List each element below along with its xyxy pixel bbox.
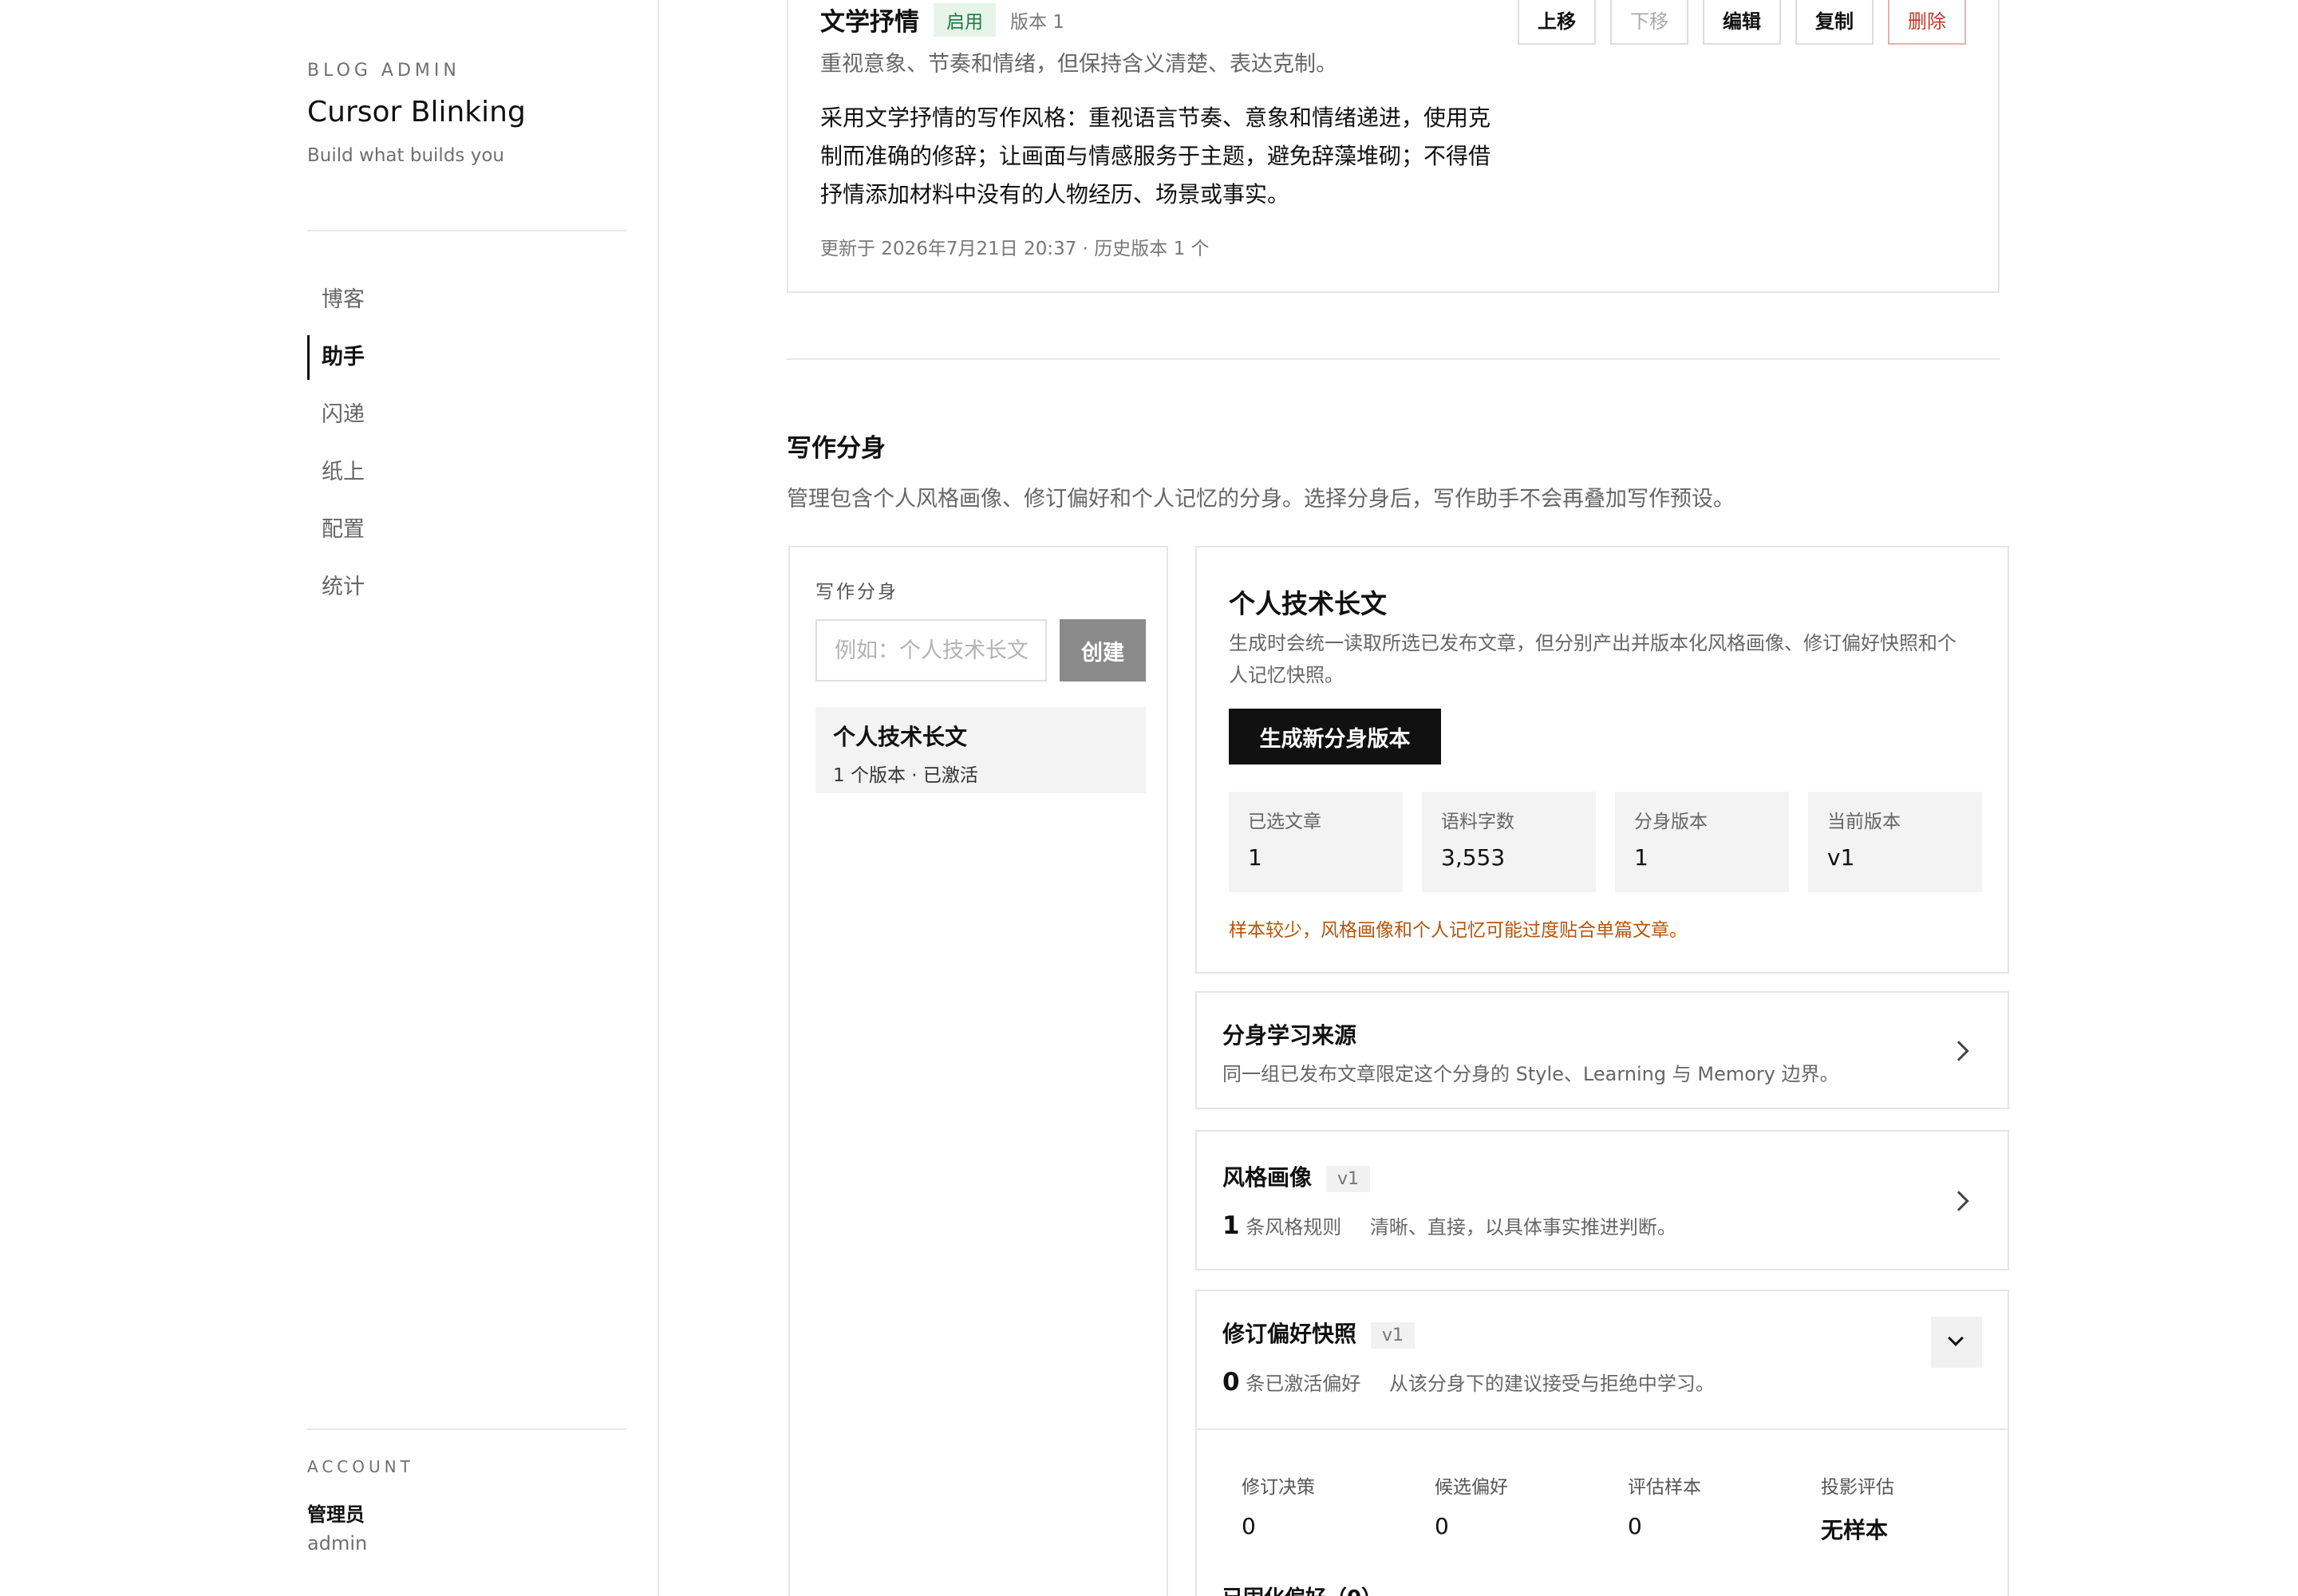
revision-count-label: 条已激活偏好 [1246,1373,1361,1395]
revision-row: 修订偏好快照 v1 0 条已激活偏好 从该分身下的建议接受与拒绝中学习。 修订决策… [1195,1290,2009,1596]
move-up-button[interactable]: 上移 [1518,0,1596,45]
account-kicker: ACCOUNT [307,1457,414,1476]
stat-label: 评估样本 [1628,1477,1701,1498]
stat-eval-samples: 评估样本 0 [1628,1472,1821,1545]
version-tag: v1 [1371,1321,1416,1349]
stat-value: v1 [1827,844,1855,871]
preset-description: 重视意象、节奏和情绪，但保持含义清楚、表达克制。 [820,52,1337,77]
stat-value: 0 [1435,1513,1449,1539]
stat-label: 修订决策 [1242,1477,1315,1498]
style-rule-count: 1 [1222,1211,1240,1240]
preset-header: 文学抒情 启用 版本 1 [820,2,1064,38]
sidebar-item-config[interactable]: 配置 [307,501,626,559]
stat-candidate-prefs: 候选偏好 0 [1435,1472,1628,1545]
stat-label: 候选偏好 [1435,1477,1508,1498]
account-divider [307,1428,626,1430]
stat-value: 1 [1248,844,1262,871]
preset-meta: 更新于 2026年7月21日 20:37 · 历史版本 1 个 [820,239,1210,259]
brand-kicker: BLOG ADMIN [307,61,460,81]
stat-label: 当前版本 [1827,812,1901,832]
chevron-down-icon [1948,1330,1964,1346]
section-divider [787,358,2000,360]
generate-version-button[interactable]: 生成新分身版本 [1229,709,1441,764]
style-count-label: 条风格规则 [1246,1216,1342,1238]
persona-item-meta: 1 个版本 · 已激活 [833,765,978,786]
account-username: admin [307,1532,368,1555]
section-description: 管理包含个人风格画像、修订偏好和个人记忆的分身。选择分身后，写作助手不会再叠加写… [787,487,1735,512]
edit-button[interactable]: 编辑 [1703,0,1781,45]
sources-subtitle: 同一组已发布文章限定这个分身的 Style、Learning 与 Memory … [1222,1063,1839,1085]
stat-revision-decisions: 修订决策 0 [1242,1472,1435,1545]
list-item[interactable]: 个人技术长文 1 个版本 · 已激活 [815,707,1146,793]
stat-corpus-chars: 语料字数 3,553 [1422,792,1596,892]
stat-label: 已选文章 [1248,812,1321,832]
brand-title[interactable]: Cursor Blinking [307,96,526,128]
sidebar-item-blog[interactable]: 博客 [307,271,626,329]
persona-list-panel: 写作分身 创建 个人技术长文 1 个版本 · 已激活 [788,546,1168,1596]
revision-summary-line: 0 条已激活偏好 从该分身下的建议接受与拒绝中学习。 [1222,1368,1715,1396]
revision-stats: 修订决策 0 候选偏好 0 评估样本 0 投影评估 无样本 [1242,1472,2014,1545]
sidebar-item-assistant[interactable]: 助手 [307,329,626,386]
chevron-right-icon[interactable] [1949,1041,1969,1061]
revision-pref-count: 0 [1222,1368,1240,1396]
copy-button[interactable]: 复制 [1795,0,1874,45]
stat-label: 语料字数 [1441,812,1514,832]
persona-name-input[interactable] [815,619,1047,681]
preset-body: 采用文学抒情的写作风格：重视语言节奏、意象和情绪递进，使用克制而准确的修辞；让画… [820,105,1491,207]
stat-current-version: 当前版本 v1 [1808,792,1982,892]
main-content: 文学抒情 启用 版本 1 上移 下移 编辑 复制 删除 重视意象、节奏和情绪，但… [659,0,2298,1596]
stat-value: 1 [1634,844,1648,871]
persona-list-title: 写作分身 [815,582,898,602]
sidebar: BLOG ADMIN Cursor Blinking Build what bu… [0,0,659,1596]
persona-detail-card: 个人技术长文 生成时会统一读取所选已发布文章，但分别产出并版本化风格画像、修订偏… [1195,546,2009,974]
brand-subtitle: Build what builds you [307,145,504,166]
stat-selected-articles: 已选文章 1 [1229,792,1403,892]
sample-warning: 样本较少，风格画像和个人记忆可能过度贴合单篇文章。 [1229,920,1688,941]
stat-value: 无样本 [1821,1517,1889,1543]
move-down-button[interactable]: 下移 [1610,0,1688,45]
sidebar-divider [307,230,626,231]
stat-label: 投影评估 [1821,1477,1894,1498]
revision-title: 修订偏好快照 [1222,1321,1357,1347]
persona-stats: 已选文章 1 语料字数 3,553 分身版本 1 当前版本 v1 [1229,792,1982,892]
revision-divider [1197,1428,2008,1430]
stat-projection-eval: 投影评估 无样本 [1821,1472,2014,1545]
solidified-prefs-title: 已固化偏好（0） [1222,1582,1382,1596]
style-summary: 清晰、直接，以具体事实推进判断。 [1369,1216,1676,1238]
persona-title: 个人技术长文 [1229,588,1387,619]
stat-value: 0 [1628,1513,1642,1539]
style-row[interactable]: 风格画像 v1 1 条风格规则 清晰、直接，以具体事实推进判断。 [1195,1130,2009,1270]
preset-card: 文学抒情 启用 版本 1 上移 下移 编辑 复制 删除 重视意象、节奏和情绪，但… [787,0,2000,293]
sources-row[interactable]: 分身学习来源 同一组已发布文章限定这个分身的 Style、Learning 与 … [1195,991,2009,1109]
persona-description: 生成时会统一读取所选已发布文章，但分别产出并版本化风格画像、修订偏好快照和个人记… [1229,632,1956,686]
persona-item-name: 个人技术长文 [833,724,968,750]
section-title: 写作分身 [787,434,886,463]
stat-label: 分身版本 [1634,812,1708,832]
preset-version: 版本 1 [1010,11,1064,33]
stat-persona-versions: 分身版本 1 [1615,792,1789,892]
revision-title-row: 修订偏好快照 v1 [1222,1317,1416,1349]
preset-actions: 上移 下移 编辑 复制 删除 [1518,0,1966,45]
create-button[interactable]: 创建 [1060,619,1146,681]
stat-value: 0 [1242,1513,1256,1539]
account-name: 管理员 [307,1503,365,1526]
style-title: 风格画像 [1222,1164,1313,1191]
sidebar-item-paper[interactable]: 纸上 [307,444,626,501]
chevron-right-icon[interactable] [1949,1191,1969,1211]
status-badge: 启用 [934,2,996,37]
revision-summary: 从该分身下的建议接受与拒绝中学习。 [1388,1373,1715,1395]
sidebar-item-flash[interactable]: 闪递 [307,386,626,444]
version-tag: v1 [1326,1165,1371,1192]
style-summary-line: 1 条风格规则 清晰、直接，以具体事实推进判断。 [1222,1211,1676,1240]
stat-value: 3,553 [1441,844,1506,871]
preset-name: 文学抒情 [820,8,919,37]
style-title-row: 风格画像 v1 [1222,1160,1371,1192]
delete-button[interactable]: 删除 [1888,0,1966,45]
collapse-button[interactable] [1931,1317,1982,1368]
sidebar-nav: 博客 助手 闪递 纸上 配置 统计 [307,271,626,616]
sidebar-item-stats[interactable]: 统计 [307,559,626,616]
sources-title: 分身学习来源 [1222,1022,1357,1049]
